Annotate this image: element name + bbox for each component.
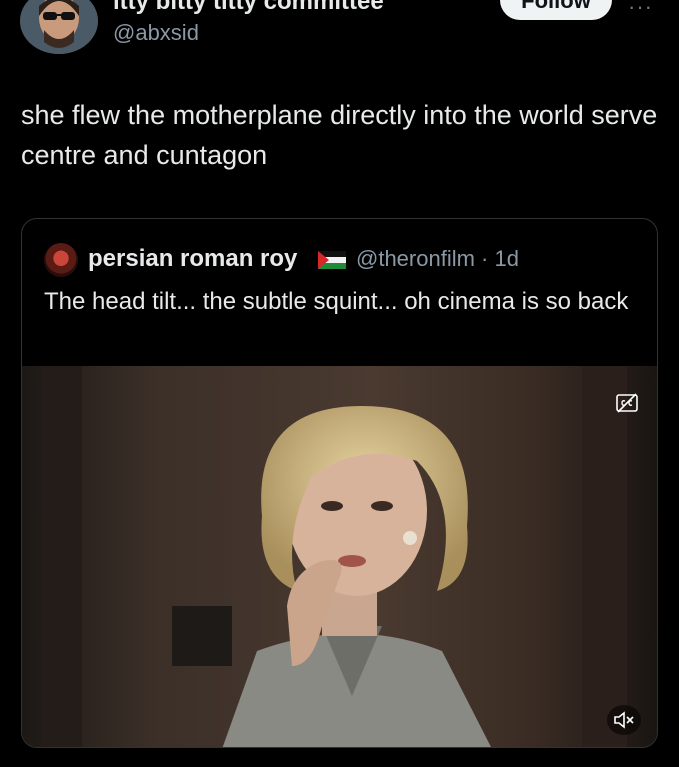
tweet-header: itty bitty titty committee @abxsid Follo…: [0, 0, 679, 70]
quoted-author-name[interactable]: persian roman roy: [88, 245, 297, 273]
author-avatar[interactable]: [20, 0, 98, 54]
follow-button[interactable]: Follow: [500, 0, 612, 20]
muted-speaker-icon[interactable]: [607, 705, 641, 735]
author-display-name[interactable]: itty bitty titty committee: [113, 0, 384, 16]
quoted-tweet-text: The head tilt... the subtle squint... oh…: [44, 288, 629, 315]
avatar-image: [20, 0, 98, 54]
more-options-icon[interactable]: ···: [628, 0, 653, 20]
palestine-flag-icon: [318, 251, 346, 269]
tweet-text: she flew the motherplane directly into t…: [21, 100, 658, 170]
quoted-handle-time[interactable]: @theronfilm · 1d: [356, 246, 519, 272]
author-handle[interactable]: @abxsid: [113, 20, 199, 46]
speaker-mute-glyph: [614, 711, 634, 729]
closed-captions-icon[interactable]: [615, 392, 639, 414]
video-frame: [22, 366, 657, 747]
quoted-tweet[interactable]: persian roman roy @theronfilm · 1d The h…: [21, 218, 658, 748]
video-player[interactable]: [22, 366, 657, 747]
quoted-author-avatar[interactable]: [44, 243, 78, 277]
